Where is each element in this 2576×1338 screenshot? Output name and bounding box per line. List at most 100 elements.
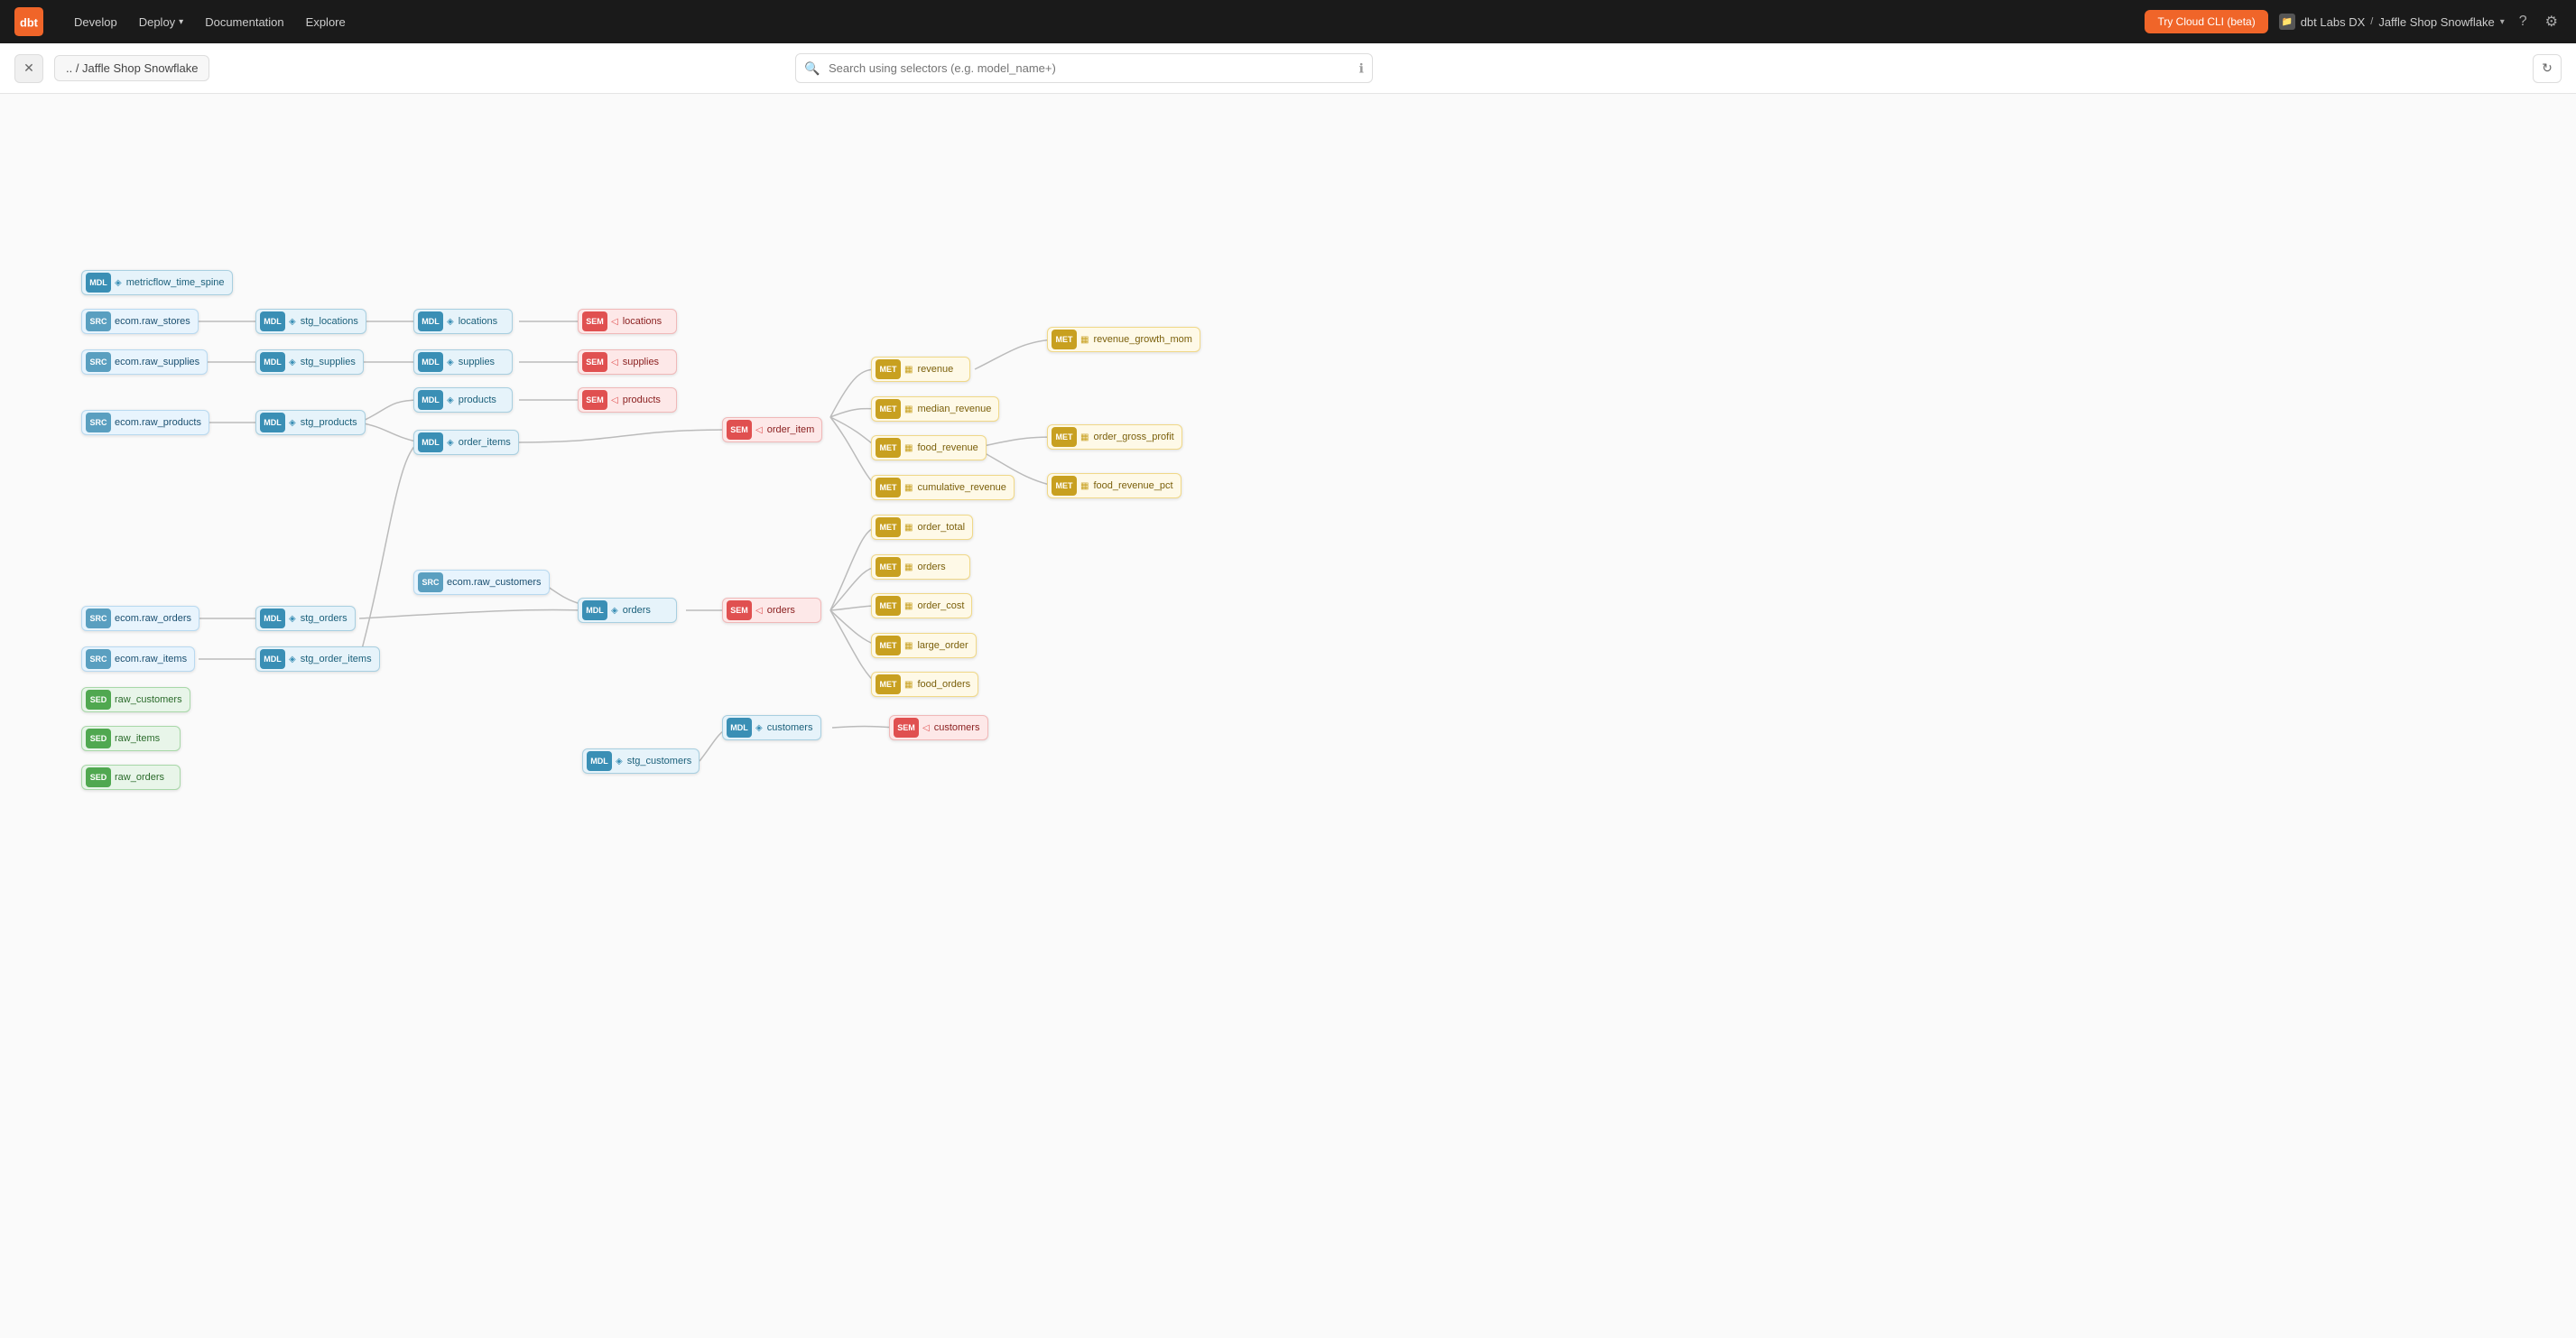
- node-stg_products[interactable]: MDL◈stg_products: [255, 410, 366, 435]
- node-label-order_cost: order_cost: [917, 600, 964, 611]
- close-button[interactable]: ✕: [14, 54, 43, 83]
- node-ecom_raw_products[interactable]: SRC ecom.raw_products: [81, 410, 209, 435]
- node-food_revenue[interactable]: MET▦ food_revenue: [871, 435, 987, 460]
- node-badge-food_revenue: MET: [876, 438, 901, 458]
- node-label-food_revenue_pct: food_revenue_pct: [1093, 480, 1172, 491]
- node-type-icon-metricflow_time_spine: ◈: [115, 278, 122, 288]
- node-badge-revenue_growth_mom: MET: [1052, 330, 1077, 349]
- node-ecom_raw_customers[interactable]: SRCecom.raw_customers: [413, 570, 550, 595]
- breadcrumb[interactable]: .. / Jaffle Shop Snowflake: [54, 55, 209, 81]
- node-badge-stg_orders: MDL: [260, 609, 285, 628]
- node-badge-stg_products: MDL: [260, 413, 285, 432]
- node-ecom_raw_stores[interactable]: SRCecom.raw_stores: [81, 309, 199, 334]
- node-ecom_raw_items[interactable]: SRCecom.raw_items: [81, 646, 195, 672]
- node-label-customers_mdl: customers: [767, 722, 813, 733]
- node-orders_sem[interactable]: SEM◁orders: [722, 598, 821, 623]
- node-label-cumulative_revenue: cumulative_revenue: [917, 482, 1005, 493]
- nav-explore[interactable]: Explore: [297, 10, 355, 34]
- node-customers_mdl[interactable]: MDL◈customers: [722, 715, 821, 740]
- node-stg_customers[interactable]: MDL◈stg_customers: [582, 748, 700, 774]
- node-label-products_sem: products: [623, 395, 661, 405]
- node-type-icon-large_order: ▦: [904, 641, 913, 651]
- workspace-selector[interactable]: 📁 dbt Labs DX / Jaffle Shop Snowflake ▾: [2279, 14, 2505, 30]
- node-label-raw_items: raw_items: [115, 733, 160, 744]
- node-label-order_gross_profit: order_gross_profit: [1093, 432, 1173, 442]
- node-raw_orders[interactable]: SEDraw_orders: [81, 765, 181, 790]
- node-badge-raw_customers: SED: [86, 690, 111, 710]
- node-type-icon-products_mdl: ◈: [447, 395, 454, 405]
- node-label-stg_supplies: stg_supplies: [301, 357, 356, 367]
- node-stg_orders[interactable]: MDL◈stg_orders: [255, 606, 356, 631]
- node-orders_met[interactable]: MET▦orders: [871, 554, 970, 580]
- node-metricflow_time_spine[interactable]: MDL◈metricflow_time_spine: [81, 270, 233, 295]
- node-ecom_raw_orders[interactable]: SRCecom.raw_orders: [81, 606, 199, 631]
- node-revenue[interactable]: MET▦revenue: [871, 357, 970, 382]
- node-label-locations_sem: locations: [623, 316, 662, 327]
- node-food_orders[interactable]: MET▦food_orders: [871, 672, 978, 697]
- node-raw_items[interactable]: SEDraw_items: [81, 726, 181, 751]
- help-icon[interactable]: ?: [2516, 10, 2531, 33]
- node-label-orders_met: orders: [917, 562, 945, 572]
- nav-develop[interactable]: Develop: [65, 10, 126, 34]
- node-label-ecom_raw_customers: ecom.raw_customers: [447, 577, 542, 588]
- node-badge-ecom_raw_stores: SRC: [86, 311, 111, 331]
- node-type-icon-products_sem: ◁: [611, 395, 618, 405]
- topnav: dbt Develop Deploy ▾ Documentation Explo…: [0, 0, 2576, 43]
- node-label-ecom_raw_products: ecom.raw_products: [115, 417, 201, 428]
- nav-documentation[interactable]: Documentation: [196, 10, 292, 34]
- search-icon: 🔍: [804, 60, 820, 76]
- node-ecom_raw_supplies[interactable]: SRCecom.raw_supplies: [81, 349, 208, 375]
- node-badge-order_gross_profit: MET: [1052, 427, 1077, 447]
- node-raw_customers[interactable]: SED raw_customers: [81, 687, 190, 712]
- node-order_items_mdl[interactable]: MDL◈order_items: [413, 430, 519, 455]
- workspace-name: dbt Labs DX: [2301, 15, 2366, 29]
- node-order_cost[interactable]: MET▦order_cost: [871, 593, 972, 618]
- node-order_total[interactable]: MET▦order_total: [871, 515, 973, 540]
- node-order_item_sem[interactable]: SEM◁order_item: [722, 417, 822, 442]
- node-type-icon-food_revenue: ▦: [904, 443, 913, 453]
- cloud-cli-button[interactable]: Try Cloud CLI (beta): [2145, 10, 2267, 33]
- node-cumulative_revenue[interactable]: MET▦cumulative_revenue: [871, 475, 1015, 500]
- node-supplies_mdl[interactable]: MDL◈supplies: [413, 349, 513, 375]
- node-order_gross_profit[interactable]: MET▦order_gross_profit: [1047, 424, 1182, 450]
- node-label-food_orders: food_orders: [917, 679, 970, 690]
- node-stg_locations[interactable]: MDL◈stg_locations: [255, 309, 366, 334]
- node-label-supplies_mdl: supplies: [459, 357, 495, 367]
- node-label-raw_customers: raw_customers: [115, 694, 182, 705]
- node-stg_supplies[interactable]: MDL◈stg_supplies: [255, 349, 364, 375]
- node-products_mdl[interactable]: MDL◈products: [413, 387, 513, 413]
- node-badge-large_order: MET: [876, 636, 901, 655]
- refresh-button[interactable]: ↻: [2533, 54, 2562, 83]
- node-label-food_revenue: food_revenue: [917, 442, 978, 453]
- node-badge-locations_sem: SEM: [582, 311, 607, 331]
- node-badge-order_cost: MET: [876, 596, 901, 616]
- node-supplies_sem[interactable]: SEM◁supplies: [578, 349, 677, 375]
- node-locations_sem[interactable]: SEM◁locations: [578, 309, 677, 334]
- settings-icon[interactable]: ⚙: [2542, 9, 2562, 34]
- node-label-stg_locations: stg_locations: [301, 316, 358, 327]
- nav-deploy[interactable]: Deploy ▾: [130, 10, 193, 34]
- node-stg_order_items[interactable]: MDL◈stg_order_items: [255, 646, 380, 672]
- node-label-raw_orders: raw_orders: [115, 772, 164, 783]
- node-revenue_growth_mom[interactable]: MET▦revenue_growth_mom: [1047, 327, 1200, 352]
- node-large_order[interactable]: MET▦large_order: [871, 633, 977, 658]
- info-icon[interactable]: ℹ: [1359, 60, 1364, 76]
- node-badge-stg_locations: MDL: [260, 311, 285, 331]
- node-locations_mdl[interactable]: MDL◈locations: [413, 309, 513, 334]
- logo[interactable]: dbt: [14, 7, 43, 36]
- search-input[interactable]: [795, 53, 1373, 83]
- node-badge-ecom_raw_products: SRC: [86, 413, 111, 432]
- nav-links: Develop Deploy ▾ Documentation Explore: [65, 10, 2123, 34]
- node-type-icon-median_revenue: ▦: [904, 404, 913, 414]
- node-badge-order_total: MET: [876, 517, 901, 537]
- node-type-icon-supplies_sem: ◁: [611, 358, 618, 367]
- node-customers_sem[interactable]: SEM◁customers: [889, 715, 988, 740]
- node-type-icon-customers_mdl: ◈: [755, 723, 763, 733]
- node-badge-orders_met: MET: [876, 557, 901, 577]
- node-badge-stg_customers: MDL: [587, 751, 612, 771]
- node-badge-ecom_raw_items: SRC: [86, 649, 111, 669]
- node-food_revenue_pct[interactable]: MET▦food_revenue_pct: [1047, 473, 1181, 498]
- node-median_revenue[interactable]: MET▦median_revenue: [871, 396, 999, 422]
- node-orders_mdl[interactable]: MDL◈orders: [578, 598, 677, 623]
- node-products_sem[interactable]: SEM◁products: [578, 387, 677, 413]
